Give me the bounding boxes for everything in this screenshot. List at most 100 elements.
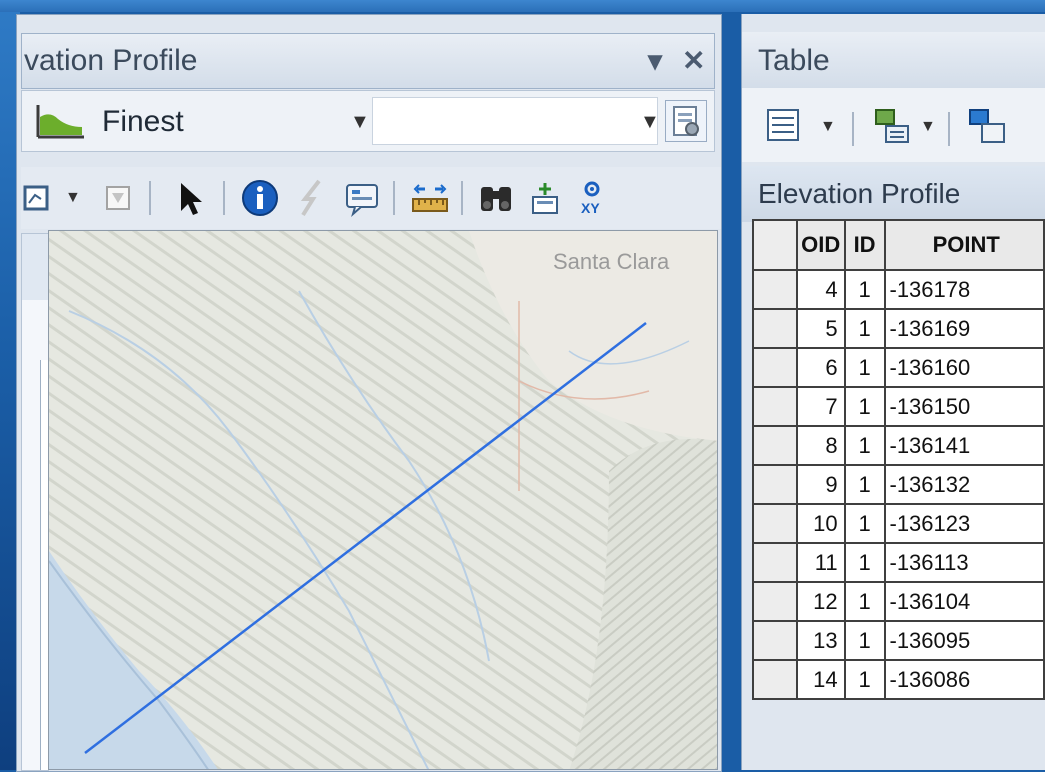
point-cell: -136123 [883,503,1045,544]
row-selector[interactable] [752,581,798,622]
identify-icon[interactable] [241,179,279,217]
row-selector[interactable] [752,347,798,388]
graph-dropdown-icon[interactable]: ▼ [65,189,81,207]
close-icon[interactable]: ✕ [682,44,705,77]
table-of-contents-panel[interactable] [21,233,49,771]
id-cell: 1 [843,659,886,700]
basemap-terrain [49,231,717,769]
oid-cell: 4 [795,269,846,310]
oid-cell: 6 [795,347,846,388]
column-header-id[interactable]: ID [843,219,886,271]
table-row[interactable]: 12 1 -136104 [752,581,1045,622]
related-tables-icon[interactable] [872,106,912,146]
resolution-dropdown-icon[interactable]: ▼ [350,111,370,134]
table-toolbar: ▼ ▼ [742,88,1045,162]
table-options-icon[interactable] [764,106,804,146]
point-cell: -136095 [883,620,1045,661]
map-place-label: Santa Clara [553,249,670,274]
row-selector[interactable] [752,386,798,427]
go-to-xy-icon[interactable]: XY [573,179,611,217]
add-xy-icon[interactable] [527,179,565,217]
point-cell: -136178 [883,269,1045,310]
pin-dropdown-icon[interactable]: ▾ [648,44,662,77]
point-cell: -136160 [883,347,1045,388]
id-cell: 1 [843,386,886,427]
graph-icon[interactable] [21,179,59,217]
oid-cell: 5 [795,308,846,349]
table-options-dropdown-icon[interactable]: ▼ [820,118,836,136]
table-row[interactable]: 11 1 -136113 [752,542,1045,583]
row-selector[interactable] [752,308,798,349]
table-titlebar[interactable]: Table [742,32,1045,88]
oid-cell: 9 [795,464,846,505]
id-cell: 1 [843,308,886,349]
table-caption-label: Elevation Profile [758,178,961,209]
id-cell: 1 [843,620,886,661]
map-tools-toolbar: ▼ XY [21,167,721,229]
oid-cell: 7 [795,386,846,427]
point-cell: -136141 [883,425,1045,466]
toolbar-separator [852,112,854,146]
dem-source-combo[interactable] [372,97,658,145]
elevation-profile-titlebar[interactable]: vation Profile ▾ ✕ [21,33,715,89]
oid-cell: 10 [795,503,846,544]
id-cell: 1 [843,464,886,505]
toolbar-separator [149,181,151,215]
select-features-icon[interactable] [99,179,137,217]
oid-cell: 11 [795,542,846,583]
toolbar-separator [948,112,950,146]
oid-cell: 14 [795,659,846,700]
table-row[interactable]: 14 1 -136086 [752,659,1045,700]
measure-icon[interactable] [411,179,449,217]
row-selector[interactable] [752,425,798,466]
point-cell: -136132 [883,464,1045,505]
toolbar-separator [223,181,225,215]
attribute-table: OID ID POINT 4 1 -136178 5 1 -136169 6 1 -1361… [752,219,1045,700]
table-row[interactable]: 7 1 -136150 [752,386,1045,427]
toolbar-separator [461,181,463,215]
resolution-label[interactable]: Finest [102,105,184,139]
table-row[interactable]: 5 1 -136169 [752,308,1045,349]
table-row[interactable]: 10 1 -136123 [752,503,1045,544]
resolution-toolbar: Finest ▼ ▼ [21,90,715,152]
table-row[interactable]: 6 1 -136160 [752,347,1045,388]
toolbar-separator [393,181,395,215]
oid-cell: 8 [795,425,846,466]
row-selector[interactable] [752,464,798,505]
column-header-point[interactable]: POINT [883,219,1045,271]
settings-icon[interactable] [665,100,707,142]
point-cell: -136113 [883,542,1045,583]
oid-cell: 12 [795,581,846,622]
id-cell: 1 [843,347,886,388]
table-row[interactable]: 9 1 -136132 [752,464,1045,505]
row-selector[interactable] [752,503,798,544]
table-tab-caption[interactable]: Elevation Profile [742,166,1045,222]
table-row[interactable]: 4 1 -136178 [752,269,1045,310]
column-header-oid[interactable]: OID [795,219,846,271]
row-selector-header[interactable] [752,219,798,271]
point-cell: -136150 [883,386,1045,427]
row-selector[interactable] [752,542,798,583]
row-selector[interactable] [752,269,798,310]
arrow-select-icon[interactable] [171,179,209,217]
id-cell: 1 [843,542,886,583]
html-popup-icon[interactable] [343,179,381,217]
lightning-icon[interactable] [293,179,331,217]
point-cell: -136169 [883,308,1045,349]
point-cell: -136104 [883,581,1045,622]
table-row[interactable]: 13 1 -136095 [752,620,1045,661]
dem-source-dropdown-icon[interactable]: ▼ [640,111,660,134]
id-cell: 1 [843,269,886,310]
related-tables-dropdown-icon[interactable]: ▼ [920,118,936,136]
id-cell: 1 [843,581,886,622]
table-row[interactable]: 8 1 -136141 [752,425,1045,466]
map-view[interactable]: Santa Clara [48,230,718,770]
find-icon[interactable] [477,179,515,217]
table-title: Table [758,44,830,77]
row-selector[interactable] [752,620,798,661]
select-by-attributes-icon[interactable] [968,106,1008,146]
row-selector[interactable] [752,659,798,700]
id-cell: 1 [843,425,886,466]
panel-header [22,234,48,300]
elevation-graph-icon[interactable] [36,101,86,141]
